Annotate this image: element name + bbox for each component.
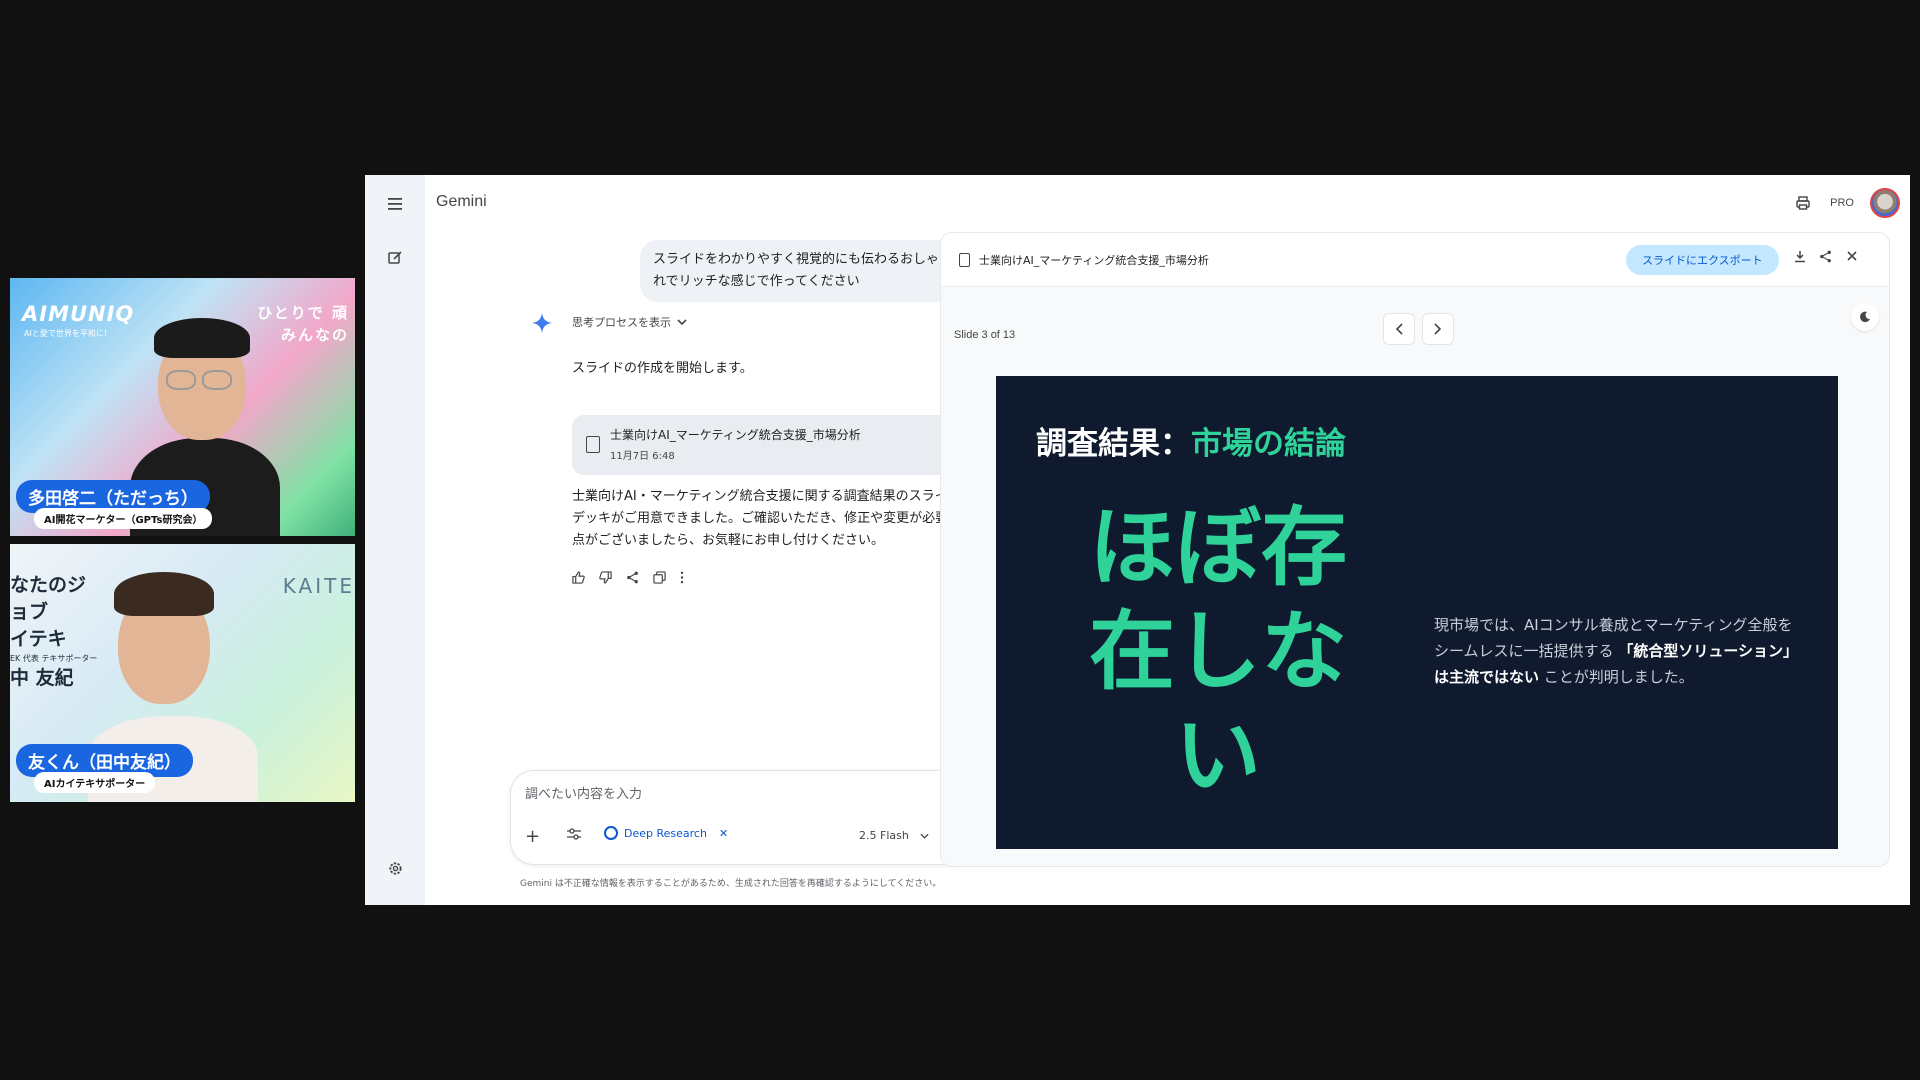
close-icon[interactable]: [1847, 250, 1857, 264]
menu-icon[interactable]: [381, 190, 409, 218]
background-catch-text: ひとりで 頑 みんなの: [257, 304, 349, 344]
deep-research-icon: [604, 826, 618, 840]
prompt-input[interactable]: [525, 779, 965, 809]
settings-gear-icon[interactable]: [381, 854, 409, 882]
remove-chip-close-icon[interactable]: ✕: [719, 827, 728, 840]
response-actions: [572, 571, 684, 587]
slide-hero-text: ほぼ存在しない: [1089, 498, 1347, 806]
side-rail: [365, 175, 425, 905]
participant-role-label: AI開花マーケター（GPTs研究会）: [34, 508, 213, 529]
document-icon: [586, 436, 600, 453]
participant-role-label: AIカイテキサポーター: [34, 772, 156, 793]
pro-badge: PRO: [1830, 197, 1854, 209]
slide-body-post: ことが判明しました。: [1543, 668, 1694, 686]
dark-mode-moon-icon[interactable]: [1851, 303, 1879, 331]
slide-canvas: 調査結果：市場の結論 ほぼ存在しない 現市場では、AIコンサル養成とマーケティン…: [996, 376, 1838, 849]
chevron-right-icon: [1434, 323, 1442, 335]
gemini-spark-icon: [531, 312, 553, 334]
document-icon: [959, 253, 970, 267]
slide-title-prefix: 調査結果：: [1036, 426, 1191, 462]
background-brand-text: KAITE: [282, 574, 355, 598]
chevron-down-icon: [920, 833, 929, 839]
slide-body-text: 現市場では、AIコンサル養成とマーケティング全般をシームレスに一括提供する 「統…: [1434, 612, 1804, 690]
response-text-2: 士業向けAI・マーケティング統合支援に関する調査結果のスライドデッキがご用意でき…: [572, 489, 962, 548]
thumbs-up-icon[interactable]: [572, 571, 585, 587]
share-icon[interactable]: [1819, 250, 1832, 266]
chevron-down-icon: [677, 319, 687, 325]
document-card-title: 士業向けAI_マーケティング統合支援_市場分析: [610, 428, 861, 442]
model-name: 2.5 Flash: [859, 829, 909, 842]
background-brand-text: AIMUNIQ: [22, 302, 135, 326]
add-attachment-icon[interactable]: +: [525, 826, 540, 847]
slide-title-accent: 市場の結論: [1191, 426, 1346, 462]
thinking-label: 思考プロセスを表示: [572, 316, 671, 329]
show-thinking-toggle[interactable]: 思考プロセスを表示: [572, 314, 687, 330]
share-icon[interactable]: [626, 571, 639, 587]
print-icon[interactable]: [1792, 192, 1814, 214]
document-card-date: 11月7日 6:48: [610, 451, 675, 462]
document-card[interactable]: 士業向けAI_マーケティング統合支援_市場分析 11月7日 6:48: [572, 415, 960, 475]
user-avatar[interactable]: [1870, 188, 1900, 218]
tools-icon[interactable]: [567, 828, 581, 844]
background-line-2: イテキ: [10, 628, 67, 650]
copy-icon[interactable]: [653, 571, 666, 587]
thumbs-down-icon[interactable]: [599, 571, 612, 587]
slide-title: 調査結果：市場の結論: [1036, 418, 1346, 463]
video-tile-participant-1: AIMUNIQ AIと愛で世界を平和に! ひとりで 頑 みんなの 多田啓二（ただ…: [10, 278, 355, 536]
background-brand-subtext: AIと愛で世界を平和に!: [24, 329, 108, 338]
background-name-text: 中 友紀: [10, 667, 74, 689]
background-small-text: EK 代表 テキサポーター: [10, 654, 98, 663]
more-options-icon[interactable]: [680, 571, 684, 587]
response-text-1: スライドの作成を開始します。: [572, 361, 753, 376]
deep-research-chip[interactable]: Deep Research ✕: [604, 826, 728, 840]
background-banner-text: なたのジョブ イテキ EK 代表 テキサポーター 中 友紀: [10, 572, 100, 692]
download-icon[interactable]: [1794, 250, 1806, 266]
background-line-1: なたのジョブ: [10, 574, 87, 623]
prompt-composer: + Deep Research ✕ 2.5 Flash: [510, 770, 980, 865]
new-chat-icon[interactable]: [381, 243, 409, 271]
model-selector[interactable]: 2.5 Flash: [859, 829, 929, 842]
next-slide-button[interactable]: [1422, 313, 1454, 345]
video-tile-participant-2: KAITE なたのジョブ イテキ EK 代表 テキサポーター 中 友紀 友くん（…: [10, 544, 355, 802]
app-title: Gemini: [436, 193, 487, 210]
chevron-left-icon: [1395, 323, 1403, 335]
export-to-slides-button[interactable]: スライドにエクスポート: [1626, 245, 1779, 275]
slide-counter: Slide 3 of 13: [954, 329, 1016, 341]
top-right-controls: PRO: [1792, 187, 1900, 219]
user-message: スライドをわかりやすく視覚的にも伝わるおしゃれでリッチな感じで作ってください: [640, 240, 959, 302]
slide-preview-panel: 士業向けAI_マーケティング統合支援_市場分析 スライドにエクスポート Slid…: [940, 232, 1890, 867]
preview-document-title: 士業向けAI_マーケティング統合支援_市場分析: [979, 254, 1209, 267]
deep-research-label: Deep Research: [624, 826, 707, 840]
previous-slide-button[interactable]: [1383, 313, 1415, 345]
gemini-window: Gemini PRO スライドをわかりやすく視覚的にも伝わるおしゃれでリッチな感…: [365, 175, 1910, 905]
disclaimer-text: Gemini は不正確な情報を表示することがあるため、生成された回答を再確認する…: [520, 879, 942, 889]
preview-header: 士業向けAI_マーケティング統合支援_市場分析 スライドにエクスポート: [941, 233, 1889, 287]
